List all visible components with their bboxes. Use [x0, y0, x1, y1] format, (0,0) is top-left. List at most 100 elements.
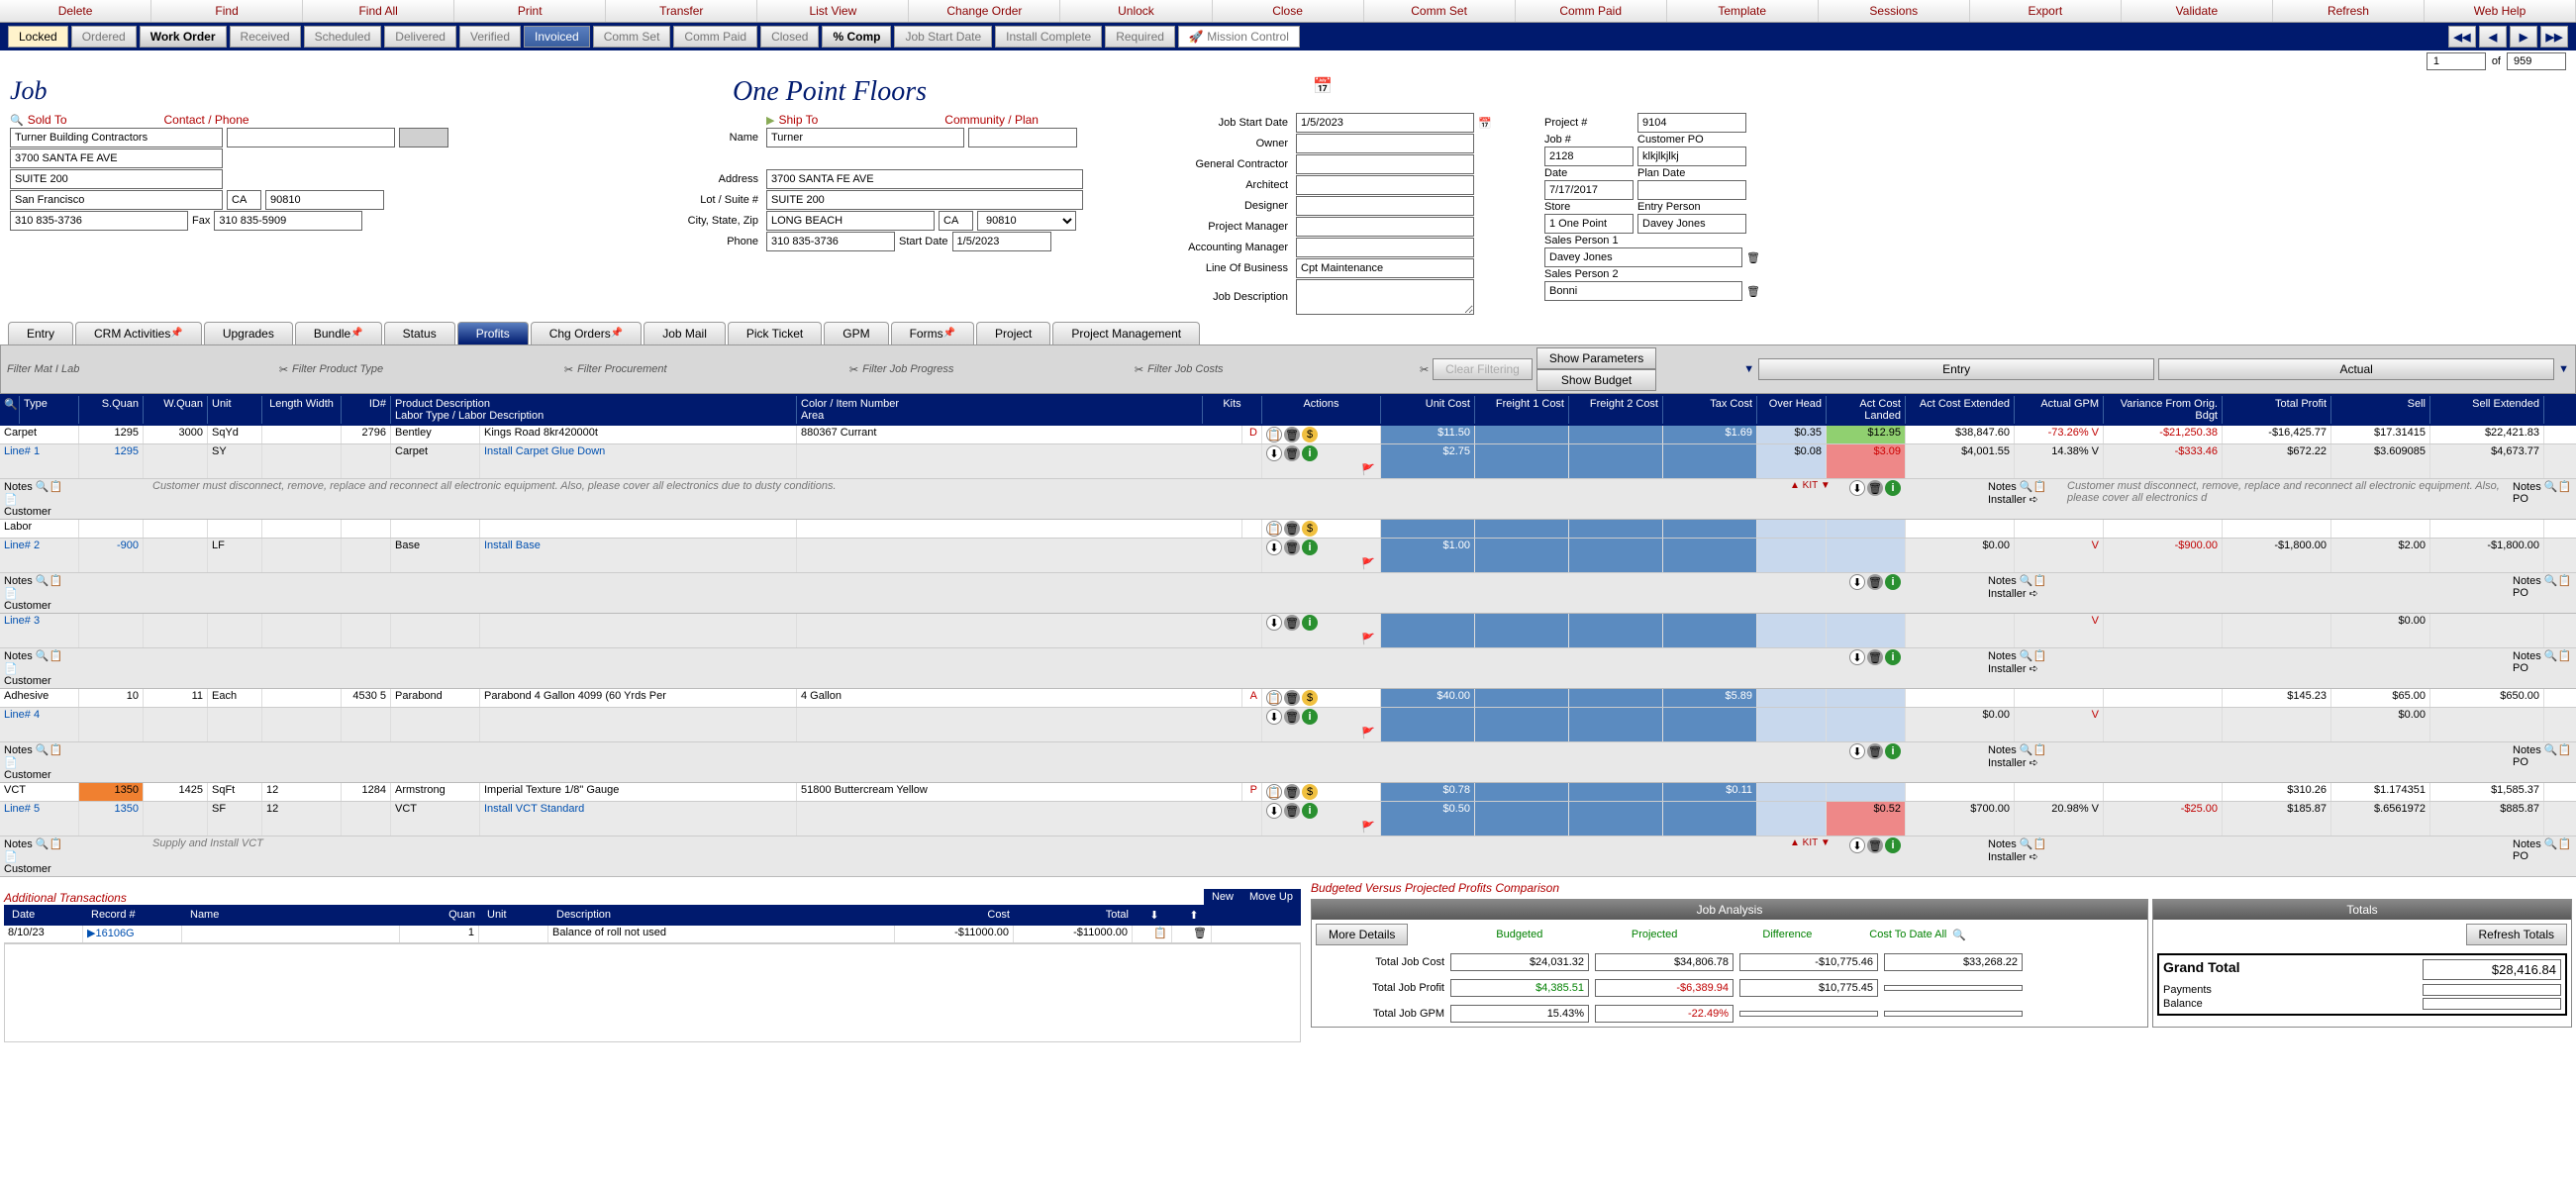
down-icon[interactable]: ⬇ — [1266, 615, 1282, 631]
record-current[interactable] — [2427, 52, 2486, 70]
soldto-phone[interactable] — [10, 211, 188, 231]
search-icon[interactable]: 🔍 — [2544, 650, 2558, 662]
scissors-icon[interactable]: ✂ — [849, 363, 858, 376]
shipto-community[interactable] — [968, 128, 1077, 148]
info-icon[interactable]: i — [1302, 540, 1318, 555]
line-sub-row[interactable]: Line# 2 -900 LF Base Install Base ⬇🗑i🚩 $… — [0, 539, 2576, 573]
copy-icon[interactable]: 📋 — [1266, 690, 1282, 706]
trash-icon[interactable]: 🗑 — [1867, 837, 1883, 853]
money-icon[interactable]: $ — [1302, 784, 1318, 800]
status-job-start[interactable]: Job Start Date — [894, 26, 992, 48]
am-field[interactable] — [1296, 238, 1474, 257]
trash-icon[interactable]: 🗑 — [1867, 743, 1883, 759]
info-icon[interactable]: i — [1302, 445, 1318, 461]
filter-matlab[interactable]: Filter Mat I Lab — [7, 363, 275, 375]
copy-icon[interactable]: 📋 — [50, 575, 63, 587]
search-icon[interactable]: 🔍 — [10, 114, 24, 127]
play-icon[interactable]: ▶ — [766, 114, 774, 127]
copy-icon[interactable]: 📋 — [2558, 838, 2572, 850]
menu-validate[interactable]: Validate — [2122, 0, 2273, 22]
paste-icon[interactable]: 📄 — [4, 851, 18, 863]
clear-filtering-button[interactable]: Clear Filtering — [1433, 358, 1533, 380]
info-icon[interactable]: i — [1885, 480, 1901, 496]
soldto-zip[interactable] — [265, 190, 384, 210]
menu-template[interactable]: Template — [1667, 0, 1819, 22]
down-icon[interactable]: ⬇ — [1266, 540, 1282, 555]
search-icon[interactable]: 🔍 — [36, 575, 50, 587]
jd-field[interactable] — [1296, 279, 1474, 315]
shipto-zip[interactable]: 90810 — [977, 211, 1076, 231]
tab-pm[interactable]: Project Management — [1052, 322, 1200, 344]
date-field[interactable] — [1544, 180, 1634, 200]
tab-mail[interactable]: Job Mail — [644, 322, 726, 344]
down-arrow-icon[interactable]: ⬇ — [1135, 907, 1174, 924]
nav-next[interactable]: ▶ — [2510, 26, 2537, 48]
trash-icon[interactable]: 🗑 — [1284, 427, 1300, 442]
soldto-fax[interactable] — [214, 211, 362, 231]
scissors-icon[interactable]: ✂ — [1420, 363, 1429, 376]
filter-progress[interactable]: Filter Job Progress — [862, 363, 1131, 375]
scissors-icon[interactable]: ✂ — [564, 363, 573, 376]
trash-icon[interactable]: 🗑 — [1867, 480, 1883, 496]
copy-icon[interactable]: 📋 — [2558, 650, 2572, 662]
copy-icon[interactable]: 📋 — [1266, 427, 1282, 442]
down-icon[interactable]: ⬇ — [1849, 743, 1865, 759]
menu-delete[interactable]: Delete — [0, 0, 151, 22]
tab-entry[interactable]: Entry — [8, 322, 73, 344]
calendar-small-icon[interactable]: 📅 — [1478, 117, 1492, 130]
paste-icon[interactable]: 📄 — [4, 757, 18, 769]
arrow-icon[interactable]: ➪ — [2030, 663, 2038, 675]
search-icon[interactable]: 🔍 — [2020, 481, 2033, 493]
search-icon[interactable]: 🔍 — [2020, 838, 2033, 850]
info-icon[interactable]: i — [1302, 803, 1318, 819]
paste-icon[interactable]: 📄 — [4, 588, 18, 600]
copy-icon[interactable]: 📋 — [2033, 838, 2047, 850]
addtrans-row[interactable]: 8/10/23 ▶16106G 1 Balance of roll not us… — [4, 926, 1301, 943]
filter-procure[interactable]: Filter Procurement — [577, 363, 845, 375]
soldto-extra[interactable] — [399, 128, 448, 148]
line-row[interactable]: Adhesive 10 11 Each 4530 5 Parabond Para… — [0, 689, 2576, 708]
status-locked[interactable]: Locked — [8, 26, 68, 48]
trash-icon[interactable]: 🗑 — [1284, 540, 1300, 555]
show-budget-button[interactable]: Show Budget — [1536, 369, 1656, 391]
tab-crm[interactable]: CRM Activities📌 — [75, 322, 202, 344]
search-icon[interactable]: 🔍 — [36, 650, 50, 662]
nav-last[interactable]: ▶▶ — [2540, 26, 2568, 48]
jobnum-field[interactable] — [1544, 147, 1634, 166]
shipto-phone[interactable] — [766, 232, 895, 251]
status-comm-paid[interactable]: Comm Paid — [673, 26, 757, 48]
line-row[interactable]: VCT 1350 1425 SqFt 12 1284 Armstrong Imp… — [0, 783, 2576, 802]
scissors-icon[interactable]: ✂ — [1135, 363, 1143, 376]
sp2-field[interactable] — [1544, 281, 1742, 301]
copy-icon[interactable]: 📋 — [50, 650, 63, 662]
plan-field[interactable] — [1637, 180, 1746, 200]
menu-list-view[interactable]: List View — [757, 0, 909, 22]
trash-icon[interactable]: 🗑 — [1284, 615, 1300, 631]
menu-refresh[interactable]: Refresh — [2273, 0, 2425, 22]
store-field[interactable] — [1544, 214, 1634, 234]
nav-prev[interactable]: ◀ — [2479, 26, 2507, 48]
search-icon[interactable]: 🔍 — [36, 744, 50, 756]
menu-export[interactable]: Export — [1970, 0, 2122, 22]
status-ordered[interactable]: Ordered — [71, 26, 137, 48]
menu-print[interactable]: Print — [454, 0, 606, 22]
move-up-button[interactable]: Move Up — [1241, 889, 1301, 905]
menu-change-order[interactable]: Change Order — [909, 0, 1060, 22]
trash-icon[interactable]: 🗑 — [1867, 649, 1883, 665]
search-icon[interactable]: 🔍 — [2020, 744, 2033, 756]
job-start-field[interactable] — [1296, 113, 1474, 133]
show-parameters-button[interactable]: Show Parameters — [1536, 347, 1656, 369]
down-icon[interactable]: ⬇ — [1849, 837, 1865, 853]
mission-control[interactable]: 🚀 Mission Control — [1178, 26, 1300, 48]
trash-icon[interactable]: 🗑 — [1284, 445, 1300, 461]
info-icon[interactable]: i — [1885, 574, 1901, 590]
search-icon[interactable]: 🔍 — [2544, 481, 2558, 493]
copy-icon[interactable]: 📋 — [2033, 575, 2047, 587]
nav-first[interactable]: ◀◀ — [2448, 26, 2476, 48]
menu-comm-paid[interactable]: Comm Paid — [1516, 0, 1667, 22]
more-details-button[interactable]: More Details — [1316, 924, 1408, 945]
search-icon[interactable]: 🔍 — [1952, 929, 1966, 941]
search-icon[interactable]: 🔍 — [2544, 744, 2558, 756]
trash-icon-2[interactable]: 🗑 — [1746, 285, 1760, 298]
tab-pick[interactable]: Pick Ticket — [728, 322, 822, 344]
